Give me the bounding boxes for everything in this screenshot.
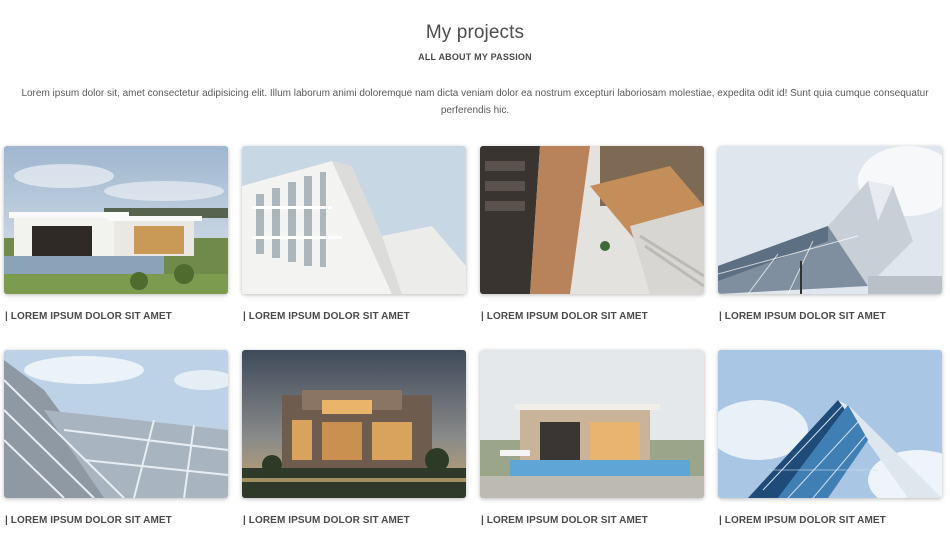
project-caption[interactable]: | LOREM IPSUM DOLOR SIT AMET [243,311,410,322]
page-subtitle: ALL ABOUT MY PASSION [418,52,532,62]
villa-illustration [4,146,228,294]
facade-illustration [242,146,466,294]
project-image-modern-villa[interactable] [4,146,228,294]
project-caption[interactable]: | LOREM IPSUM DOLOR SIT AMET [481,515,648,526]
intro-paragraph: Lorem ipsum dolor sit, amet consectetur … [21,88,929,116]
page-title: My projects [425,22,525,43]
project-image-glass-roof[interactable] [4,350,228,498]
staircase-illustration [480,146,704,294]
project-image-white-facade[interactable] [242,146,466,294]
skyscraper-illustration [718,350,942,498]
glass-roof-illustration [4,350,228,498]
project-caption[interactable]: | LOREM IPSUM DOLOR SIT AMET [5,311,172,322]
project-image-glass-museum[interactable] [718,146,942,294]
dusk-building-illustration [242,350,466,498]
project-image-building-dusk[interactable] [242,350,466,498]
project-caption[interactable]: | LOREM IPSUM DOLOR SIT AMET [5,515,172,526]
project-caption[interactable]: | LOREM IPSUM DOLOR SIT AMET [481,311,648,322]
project-caption[interactable]: | LOREM IPSUM DOLOR SIT AMET [243,515,410,526]
project-caption[interactable]: | LOREM IPSUM DOLOR SIT AMET [719,311,886,322]
project-caption[interactable]: | LOREM IPSUM DOLOR SIT AMET [719,515,886,526]
project-image-house-pool[interactable] [480,350,704,498]
project-image-glass-skyscraper[interactable] [718,350,942,498]
museum-illustration [718,146,942,294]
project-image-staircase[interactable] [480,146,704,294]
house-pool-illustration [480,350,704,498]
